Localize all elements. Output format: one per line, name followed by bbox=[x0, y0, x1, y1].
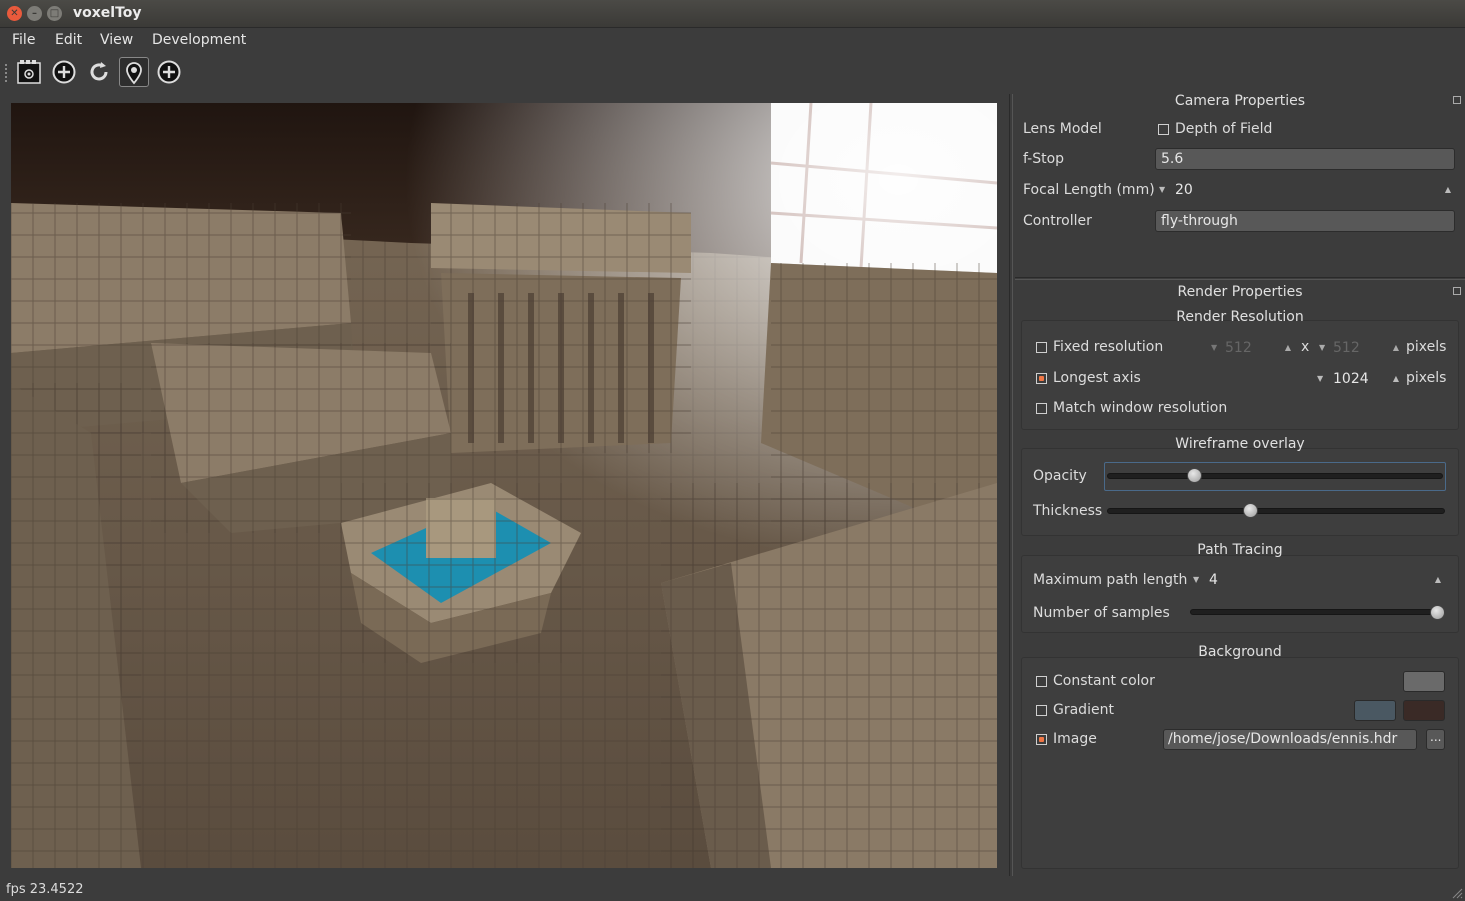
opacity-label: Opacity bbox=[1033, 468, 1087, 484]
pixels-label: pixels bbox=[1406, 339, 1447, 355]
image-path-input[interactable]: /home/jose/Downloads/ennis.hdr bbox=[1163, 729, 1417, 750]
fstop-input[interactable]: 5.6 bbox=[1155, 148, 1455, 170]
gradient-label: Gradient bbox=[1053, 702, 1114, 718]
menu-bar: File Edit View Development bbox=[0, 28, 1465, 54]
number-of-samples-label: Number of samples bbox=[1033, 605, 1170, 621]
longest-axis-checkbox[interactable] bbox=[1036, 373, 1047, 384]
add-circle-icon bbox=[157, 60, 181, 84]
title-bar: ✕ – □ voxelToy bbox=[0, 0, 1465, 28]
image-label: Image bbox=[1053, 731, 1097, 747]
refresh-button[interactable] bbox=[84, 57, 114, 87]
fixed-resolution-checkbox[interactable] bbox=[1036, 342, 1047, 353]
max-path-length-label: Maximum path length bbox=[1033, 572, 1188, 588]
match-window-checkbox[interactable] bbox=[1036, 403, 1047, 414]
spin-down-icon[interactable]: ▼ bbox=[1317, 374, 1323, 383]
controller-label: Controller bbox=[1023, 213, 1092, 229]
focal-length-label: Focal Length (mm) bbox=[1023, 182, 1155, 198]
longest-axis-spinbox[interactable]: ▼ 1024 ▲ bbox=[1313, 369, 1403, 391]
focal-length-value: 20 bbox=[1175, 182, 1193, 198]
fixed-height-value: 512 bbox=[1333, 340, 1360, 356]
path-tracing-title: Path Tracing bbox=[1197, 542, 1283, 558]
image-checkbox[interactable] bbox=[1036, 734, 1047, 745]
float-dock-icon[interactable] bbox=[1453, 96, 1461, 104]
thickness-slider-handle[interactable] bbox=[1242, 503, 1258, 518]
lens-model-label: Lens Model bbox=[1023, 121, 1102, 137]
properties-panel: Camera Properties Lens Model Depth of Fi… bbox=[1015, 93, 1465, 876]
minimize-window-button[interactable]: – bbox=[27, 6, 42, 21]
menu-edit[interactable]: Edit bbox=[55, 32, 82, 48]
render-camera-icon bbox=[17, 60, 41, 84]
camera-properties-title: Camera Properties bbox=[1174, 93, 1306, 109]
depth-of-field-label: Depth of Field bbox=[1175, 121, 1273, 137]
fstop-label: f-Stop bbox=[1023, 151, 1065, 167]
spin-up-icon[interactable]: ▲ bbox=[1445, 185, 1451, 194]
voxel-scene-render bbox=[11, 103, 997, 868]
focus-pin-button[interactable] bbox=[119, 57, 149, 87]
fixed-resolution-label: Fixed resolution bbox=[1053, 339, 1164, 355]
opacity-slider[interactable] bbox=[1107, 473, 1443, 479]
fixed-width-value: 512 bbox=[1225, 340, 1252, 356]
constant-color-label: Constant color bbox=[1053, 673, 1155, 689]
max-path-length-spinbox[interactable]: ▼ 4 ▲ bbox=[1189, 570, 1445, 592]
constant-color-checkbox[interactable] bbox=[1036, 676, 1047, 687]
fixed-width-spinbox: ▼ 512 ▲ bbox=[1211, 340, 1291, 356]
gradient-checkbox[interactable] bbox=[1036, 705, 1047, 716]
render-resolution-title: Render Resolution bbox=[1176, 309, 1304, 325]
path-tracing-group bbox=[1021, 555, 1459, 633]
add-button-2[interactable] bbox=[154, 57, 184, 87]
render-viewport[interactable] bbox=[11, 103, 997, 868]
focal-length-spinbox[interactable]: ▼ 20 ▲ bbox=[1155, 180, 1455, 202]
spin-up-icon[interactable]: ▲ bbox=[1435, 575, 1441, 584]
thickness-label: Thickness bbox=[1033, 503, 1103, 519]
resolution-x-label: x bbox=[1301, 339, 1310, 355]
dock-divider[interactable] bbox=[1015, 277, 1465, 280]
resize-grip-icon[interactable] bbox=[1451, 887, 1463, 899]
longest-axis-value: 1024 bbox=[1333, 371, 1369, 387]
add-button[interactable] bbox=[49, 57, 79, 87]
spin-up-icon[interactable]: ▲ bbox=[1393, 374, 1399, 383]
menu-development[interactable]: Development bbox=[152, 32, 246, 48]
toolbar-grip[interactable] bbox=[5, 64, 8, 82]
wireframe-overlay-title: Wireframe overlay bbox=[1175, 436, 1305, 452]
number-of-samples-slider[interactable] bbox=[1190, 609, 1445, 615]
browse-button[interactable]: ... bbox=[1426, 729, 1445, 750]
fps-readout: fps 23.4522 bbox=[6, 882, 84, 897]
max-path-length-value: 4 bbox=[1209, 572, 1218, 588]
spin-down-icon[interactable]: ▼ bbox=[1159, 185, 1165, 194]
gradient-color-1-swatch[interactable] bbox=[1354, 700, 1396, 721]
depth-of-field-checkbox[interactable] bbox=[1158, 124, 1169, 135]
menu-file[interactable]: File bbox=[12, 32, 35, 48]
render-camera-button[interactable] bbox=[14, 57, 44, 87]
location-pin-icon bbox=[126, 62, 142, 85]
panel-splitter[interactable] bbox=[1009, 94, 1013, 876]
number-of-samples-slider-handle[interactable] bbox=[1430, 605, 1445, 620]
gradient-color-2-swatch[interactable] bbox=[1403, 700, 1445, 721]
match-window-label: Match window resolution bbox=[1053, 400, 1228, 416]
longest-axis-label: Longest axis bbox=[1053, 370, 1141, 386]
render-properties-title: Render Properties bbox=[1177, 284, 1303, 300]
window-title: voxelToy bbox=[73, 5, 142, 21]
background-title: Background bbox=[1198, 644, 1282, 660]
float-dock-icon[interactable] bbox=[1453, 287, 1461, 295]
controller-combobox[interactable]: fly-through bbox=[1155, 210, 1455, 232]
refresh-icon bbox=[90, 62, 108, 81]
spin-down-icon[interactable]: ▼ bbox=[1193, 575, 1199, 584]
pixels-label: pixels bbox=[1406, 370, 1447, 386]
thickness-slider[interactable] bbox=[1107, 508, 1445, 514]
add-circle-icon bbox=[52, 60, 76, 84]
close-window-button[interactable]: ✕ bbox=[7, 6, 22, 21]
toolbar bbox=[0, 54, 1465, 92]
constant-color-swatch[interactable] bbox=[1403, 671, 1445, 692]
status-bar: fps 23.4522 bbox=[0, 878, 1465, 901]
menu-view[interactable]: View bbox=[100, 32, 133, 48]
fixed-height-spinbox: ▼ 512 ▲ bbox=[1319, 340, 1399, 356]
maximize-window-button[interactable]: □ bbox=[47, 6, 62, 21]
